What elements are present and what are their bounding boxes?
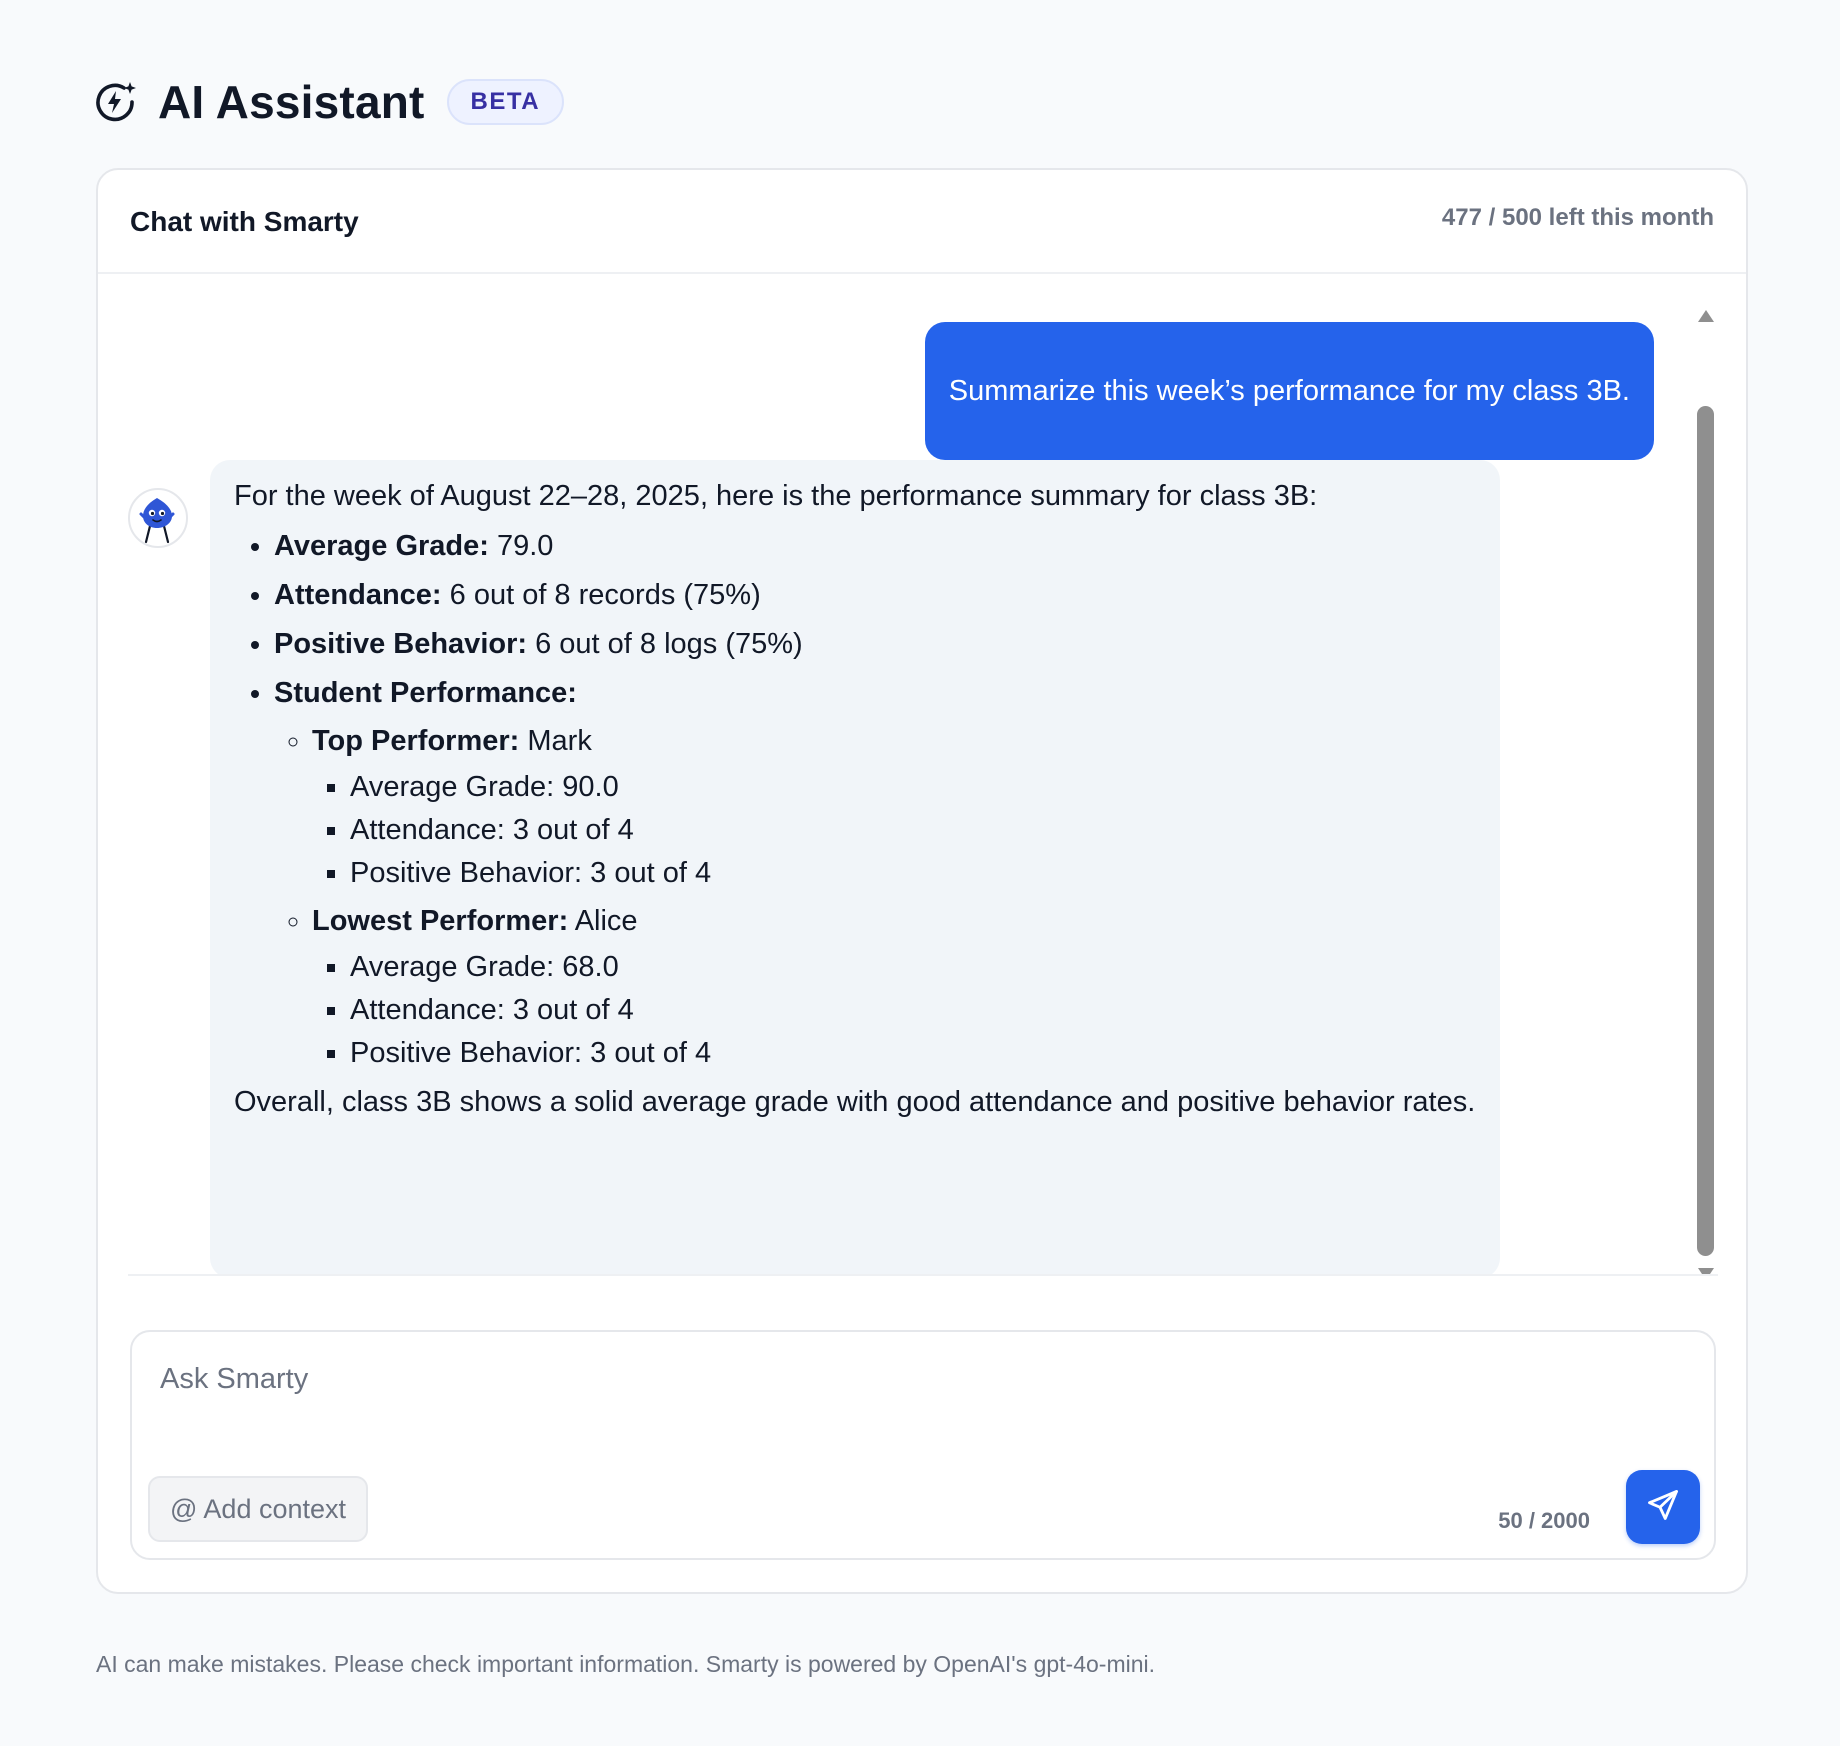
student-detail: Attendance: 3 out of 4 bbox=[350, 810, 1476, 850]
student-details: Average Grade: 90.0Attendance: 3 out of … bbox=[312, 767, 1476, 893]
chat-title: Chat with Smarty bbox=[130, 206, 359, 237]
assistant-summary: Overall, class 3B shows a solid average … bbox=[234, 1086, 1476, 1118]
page-header: AI Assistant BETA bbox=[94, 70, 565, 134]
student-item: Top Performer: Mark Average Grade: 90.0At… bbox=[312, 721, 1476, 893]
student-name: Alice bbox=[568, 905, 638, 937]
student-detail: Positive Behavior: 3 out of 4 bbox=[350, 1033, 1476, 1073]
scroll-thumb[interactable] bbox=[1697, 406, 1714, 1256]
message-list[interactable]: Summarize this week’s performance for my… bbox=[128, 274, 1718, 1276]
send-button[interactable] bbox=[1626, 1470, 1700, 1544]
prompt-input[interactable] bbox=[160, 1354, 1560, 1404]
chat-card: Chat with Smarty 477 / 500 left this mon… bbox=[96, 168, 1748, 1594]
chat-header: Chat with Smarty 477 / 500 left this mon… bbox=[98, 170, 1746, 274]
summary-item-label: Student Performance: bbox=[274, 677, 577, 709]
ai-disclaimer: AI can make mistakes. Please check impor… bbox=[96, 1651, 1155, 1677]
scroll-up-arrow-icon[interactable] bbox=[1698, 310, 1714, 322]
character-count: 50 / 2000 bbox=[1498, 1508, 1590, 1533]
composer: @ Add context 50 / 2000 bbox=[130, 1330, 1716, 1560]
student-label: Top Performer: bbox=[312, 725, 520, 757]
student-detail: Average Grade: 90.0 bbox=[350, 767, 1476, 807]
user-message: Summarize this week’s performance for my… bbox=[924, 322, 1654, 460]
summary-item-value: 79.0 bbox=[488, 530, 554, 562]
scroll-down-arrow-icon[interactable] bbox=[1698, 1268, 1714, 1274]
page-title: AI Assistant bbox=[158, 76, 425, 128]
summary-item-label: Positive Behavior: bbox=[274, 628, 528, 660]
send-plane-icon bbox=[1645, 1487, 1681, 1528]
assistant-message: For the week of August 22–28, 2025, here… bbox=[210, 460, 1500, 1274]
sparkle-bolt-icon bbox=[94, 80, 138, 124]
usage-quota: 477 / 500 left this month bbox=[1441, 204, 1714, 231]
student-detail: Attendance: 3 out of 4 bbox=[350, 990, 1476, 1030]
summary-item: Attendance: 6 out of 8 records (75%) bbox=[274, 575, 1476, 615]
student-list: Top Performer: MarkAverage Grade: 90.0At… bbox=[274, 721, 1476, 1073]
summary-item-value: 6 out of 8 logs (75%) bbox=[527, 628, 803, 660]
summary-item: Positive Behavior: 6 out of 8 logs (75%) bbox=[274, 624, 1476, 664]
message-scrollbar[interactable] bbox=[1694, 310, 1718, 1274]
student-item: Lowest Performer: Alice Average Grade: 68… bbox=[312, 901, 1476, 1073]
summary-item-label: Attendance: bbox=[274, 579, 442, 611]
summary-item: Student Performance: Top Performer: Mark A… bbox=[274, 673, 1476, 1073]
smarty-mascot-icon bbox=[128, 488, 188, 548]
summary-item: Average Grade: 79.0 bbox=[274, 526, 1476, 566]
summary-list: Average Grade: 79.0 Attendance: 6 out of … bbox=[234, 526, 1476, 1073]
summary-item-label: Average Grade: bbox=[274, 530, 489, 562]
student-name: Mark bbox=[519, 725, 592, 757]
student-label: Lowest Performer: bbox=[312, 905, 569, 937]
summary-item-value: 6 out of 8 records (75%) bbox=[441, 579, 761, 611]
add-context-button[interactable]: @ Add context bbox=[148, 1476, 369, 1542]
user-message-text: Summarize this week’s performance for my… bbox=[924, 322, 1654, 460]
student-detail: Average Grade: 68.0 bbox=[350, 947, 1476, 987]
assistant-intro: For the week of August 22–28, 2025, here… bbox=[234, 480, 1318, 512]
beta-badge: BETA bbox=[446, 79, 565, 125]
student-detail: Positive Behavior: 3 out of 4 bbox=[350, 853, 1476, 893]
student-details: Average Grade: 68.0Attendance: 3 out of … bbox=[312, 947, 1476, 1073]
